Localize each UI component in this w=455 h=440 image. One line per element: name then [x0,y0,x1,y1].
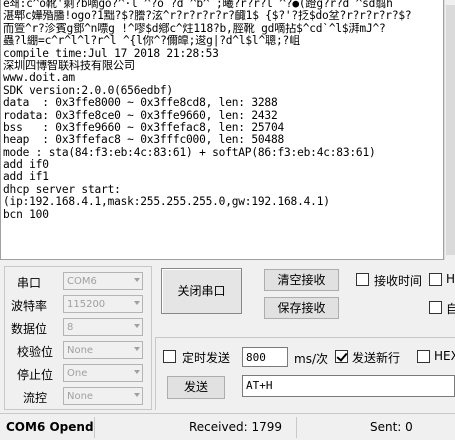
terminal-line: mode : sta(84:f3:eb:4c:83:61) + softAP(8… [3,146,376,159]
terminal-line: 蟲?l綳=c^r^l^l?r^l ^{l你^?儞皥;逡g|?d^l$l^聰;?岨 [3,35,301,48]
hex-display-checkbox[interactable] [429,273,442,286]
port-state-text: COM6 Opend [6,420,94,434]
stopbits-row: 停止位 One [5,363,153,383]
chevron-down-icon [134,370,140,374]
terminal-lines: e쇄:c^o靴'剩?b嘀go?^·l ^?o ?d ^b^ ;曦?r?r?l ^… [3,0,443,221]
databits-value: 8 [67,322,74,333]
auto-wrap-label: 自 [446,302,455,316]
stopbits-value: One [67,368,88,379]
receive-time-label: 接收时间 [374,274,423,288]
receive-terminal[interactable]: e쇄:c^o靴'剩?b嘀go?^·l ^?o ?d ^b^ ;曦?r?r?l ^… [0,0,444,260]
status-divider [94,417,95,438]
hex-send-label: HEX [434,349,455,363]
timed-interval-input[interactable]: 800 [242,347,288,367]
timed-send-label: 定时发送 [182,351,231,365]
databits-select[interactable]: 8 [63,318,143,336]
save-receive-button[interactable]: 保存接收 [264,297,339,319]
terminal-line: e쇄:c^o靴'剩?b嘀go?^·l ^?o ?d ^b^ ;曦?r?r?l ^… [3,0,393,10]
interval-unit-label: ms/次 [294,352,328,366]
parity-select[interactable]: None [63,341,143,359]
terminal-line: bss : 0x3ffe9660 ~ 0x3ffefac8, len: 2570… [3,121,285,134]
terminal-line: SDK version:2.0.0(656edbf) [3,84,173,97]
baud-row: 波特率 115200 [5,294,153,314]
terminal-line: rodata: 0x3ffe8ce0 ~ 0x3ffe9660, len: 24… [3,109,278,122]
terminal-line: 而箮^r?沴賓g鄧^n嘌g !^嘐$d鄕c^炷118?b,脛靴 gd嘀拈$^cd… [3,22,386,35]
terminal-line: www.doit.am [3,72,75,85]
scrollbar-thumb[interactable] [446,5,455,255]
clear-receive-button[interactable]: 清空接收 [264,269,339,291]
terminal-line: add if0 [3,159,49,172]
parity-row: 校验位 None [5,340,153,360]
receive-time-checkbox[interactable] [356,273,369,286]
terminal-line: add if1 [3,171,49,184]
flow-row: 流控 None [5,386,153,406]
terminal-scrollbar[interactable] [444,0,455,260]
chevron-down-icon [134,393,140,397]
stopbits-select[interactable]: One [63,364,143,382]
send-text-input[interactable]: AT+H [242,375,455,397]
parity-value: None [67,345,94,356]
port-label: 串口 [17,276,42,290]
terminal-line: 深圳四博智联科技有限公司 [3,59,135,72]
databits-row: 数据位 8 [5,317,153,337]
stopbits-label: 停止位 [17,368,54,382]
auto-wrap-checkbox[interactable] [429,301,442,314]
send-button[interactable]: 发送 [167,376,225,399]
status-bar: COM6 Opend Received: 1799 Sent: 0 [0,413,455,440]
parity-label: 校验位 [17,345,54,359]
flow-label: 流控 [23,391,48,405]
terminal-line: heap : 0x3ffefac8 ~ 0x3fffc000, len: 504… [3,134,285,147]
terminal-line: compile time:Jul 17 2018 21:28:53 [3,47,219,60]
baud-value: 115200 [67,299,106,310]
baud-label: 波特率 [11,299,48,313]
serial-settings-panel: 串口 COM6 波特率 115200 数据位 8 校验位 None 停止位 On… [4,266,152,410]
send-newline-label: 发送新行 [352,351,401,365]
send-newline-checkbox[interactable] [335,350,348,363]
flow-value: None [67,391,94,402]
close-port-button[interactable]: 关闭串口 [161,268,242,314]
flow-select[interactable]: None [63,387,143,405]
terminal-line: (ip:192.168.4.1,mask:255.255.255.0,gw:19… [3,196,330,209]
hex-display-label: HE [446,272,455,286]
chevron-down-icon [134,278,140,282]
timed-send-checkbox[interactable] [163,350,176,363]
port-select[interactable]: COM6 [63,272,143,290]
terminal-line: dhcp server start: [3,183,121,196]
chevron-down-icon [134,347,140,351]
port-row: 串口 COM6 [5,271,153,291]
sent-count: Sent: 0 [370,420,413,434]
chevron-down-icon [134,324,140,328]
databits-label: 数据位 [11,322,48,336]
terminal-line: data : 0x3ffe8000 ~ 0x3ffe8cd8, len: 328… [3,97,278,110]
send-panel [155,337,455,410]
terminal-line: 湛郫c嬅殙膰!ogo?1黜?$?謄?泫^r?r?r?r?r?齱1$ {$?'?抸… [3,10,412,23]
baud-select[interactable]: 115200 [63,295,143,313]
chevron-down-icon [134,301,140,305]
hex-send-checkbox[interactable] [417,350,430,363]
received-count: Received: 1799 [189,420,282,434]
status-divider [296,417,297,438]
terminal-line: bcn 100 [3,208,49,221]
port-value: COM6 [67,276,97,287]
